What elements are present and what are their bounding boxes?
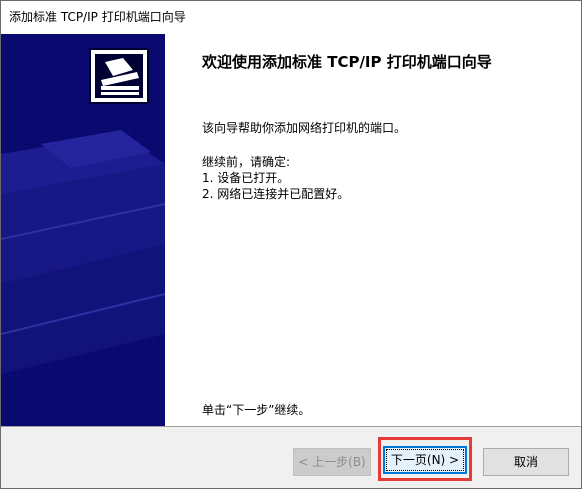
next-button-label: 下一页(N) > [390,453,460,467]
button-bar: < 上一步(B) 下一页(N) > 取消 [1,426,581,488]
prereq-item-2: 2. 网络已连接并已配置好。 [202,187,350,201]
prereq-item-1: 1. 设备已打开。 [202,171,290,185]
wizard-window: 添加标准 TCP/IP 打印机端口向导 欢迎使用添加标准 TCP/IP 打印机端… [0,0,582,489]
back-button[interactable]: < 上一步(B) [293,448,371,476]
printer-silhouette-icon [1,130,165,374]
next-button[interactable]: 下一页(N) > [383,446,467,474]
title-bar: 添加标准 TCP/IP 打印机端口向导 [1,1,581,33]
window-title: 添加标准 TCP/IP 打印机端口向导 [9,10,186,24]
wizard-content: 欢迎使用添加标准 TCP/IP 打印机端口向导 该向导帮助你添加网络打印机的端口… [165,34,581,426]
page-title: 欢迎使用添加标准 TCP/IP 打印机端口向导 [202,53,492,71]
cancel-button[interactable]: 取消 [483,448,569,476]
prereq-title: 继续前，请确定: [202,155,291,169]
printer-banner-graphic [1,34,165,426]
wizard-banner [1,34,165,426]
continue-hint: 单击“下一步”继续。 [202,403,311,417]
intro-text: 该向导帮助你添加网络打印机的端口。 [202,121,407,135]
printer-icon [89,48,149,104]
